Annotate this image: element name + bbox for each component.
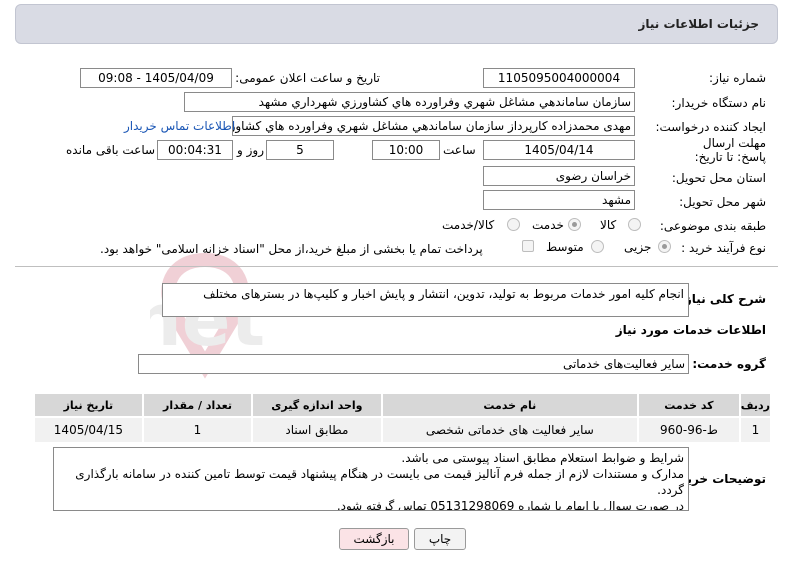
- category-service-radio[interactable]: [568, 218, 581, 231]
- need-number-field[interactable]: 1105095004000004: [483, 68, 635, 88]
- deadline-label: مهلت ارسال پاسخ: تا تاریخ:: [694, 136, 766, 164]
- process-label: نوع فرآیند خرید :: [681, 241, 766, 255]
- cell-service-name: سایر فعالیت های خدماتی شخصی: [380, 416, 640, 444]
- remaining-time-field[interactable]: 00:04:31: [157, 140, 233, 160]
- province-field[interactable]: خراسان رضوی: [483, 166, 635, 186]
- need-number-label: شماره نیاز:: [709, 71, 766, 85]
- buyer-notes-line: شرایط و ضوابط استعلام مطابق اسناد پیوستی…: [401, 451, 684, 465]
- announce-date-label: تاریخ و ساعت اعلان عمومی:: [235, 71, 380, 85]
- buyer-label: نام دستگاه خریدار:: [671, 96, 767, 110]
- buyer-notes-line: در صورت سوال یا ابهام با شماره 051312980…: [336, 499, 684, 511]
- category-goods-label: کالا: [600, 218, 617, 232]
- category-goods-service-label: کالا/خدمت: [442, 218, 495, 232]
- creator-field[interactable]: مهدی محمدزاده کارپرداز سازمان ساماندهي م…: [232, 116, 635, 136]
- remaining-time-label: ساعت باقی مانده: [66, 143, 156, 157]
- days-label: روز و: [237, 143, 264, 157]
- province-label: استان محل تحویل:: [671, 171, 766, 185]
- cell-row-number: 1: [738, 416, 773, 444]
- service-group-label: گروه خدمت:: [692, 357, 766, 371]
- city-label: شهر محل تحویل:: [679, 195, 766, 209]
- panel-header: جزئیات اطلاعات نیاز: [15, 4, 778, 44]
- buyer-notes-field[interactable]: شرایط و ضوابط استعلام مطابق اسناد پیوستی…: [53, 447, 689, 511]
- col-unit-header: واحد اندازه گیری: [251, 392, 383, 418]
- announce-date-field[interactable]: 1405/04/09 - 09:08: [80, 68, 232, 88]
- general-desc-label: شرح کلی نیاز:: [680, 292, 766, 306]
- deadline-time-field[interactable]: 10:00: [372, 140, 440, 160]
- col-row-header: ردیف: [738, 392, 773, 418]
- process-medium-label: متوسط: [546, 240, 584, 254]
- general-desc-field[interactable]: انجام کلیه امور خدمات مربوط به تولید، تد…: [162, 283, 689, 317]
- cell-need-date: 1405/04/15: [33, 416, 144, 444]
- buyer-notes-line: مدارک و مستندات لازم از جمله فرم آنالیز …: [75, 467, 684, 497]
- col-quantity-header: تعداد / مقدار: [141, 392, 254, 418]
- cell-service-code: ط-96-960: [637, 416, 741, 444]
- cell-quantity: 1: [141, 416, 254, 444]
- category-label: طبقه بندی موضوعی:: [659, 219, 766, 233]
- treasury-payment-checkbox[interactable]: [522, 240, 534, 252]
- city-field[interactable]: مشهد: [483, 190, 635, 210]
- col-service-code-header: کد خدمت: [637, 392, 741, 418]
- print-button[interactable]: چاپ: [414, 528, 466, 550]
- services-section-title: اطلاعات خدمات مورد نیاز: [615, 323, 766, 337]
- service-group-field[interactable]: سایر فعالیت‌های خدماتی: [138, 354, 689, 374]
- category-goods-radio[interactable]: [628, 218, 641, 231]
- category-goods-service-radio[interactable]: [507, 218, 520, 231]
- process-minor-label: جزیی: [624, 240, 652, 254]
- buyer-contact-link[interactable]: اطلاعات تماس خریدار: [124, 119, 235, 133]
- process-medium-radio[interactable]: [591, 240, 604, 253]
- remaining-days-field[interactable]: 5: [266, 140, 334, 160]
- process-minor-radio[interactable]: [658, 240, 671, 253]
- creator-label: ایجاد کننده درخواست:: [655, 120, 766, 134]
- deadline-time-label: ساعت: [443, 143, 476, 157]
- section-divider: [15, 266, 778, 267]
- back-button[interactable]: بازگشت: [339, 528, 409, 550]
- page-title: جزئیات اطلاعات نیاز: [638, 17, 759, 31]
- category-service-label: خدمت: [532, 218, 564, 232]
- table-row[interactable]: 1 ط-96-960 سایر فعالیت های خدماتی شخصی م…: [33, 416, 773, 444]
- deadline-date-field[interactable]: 1405/04/14: [483, 140, 635, 160]
- buyer-field[interactable]: سازمان ساماندهي مشاغل شهري وفراورده هاي …: [184, 92, 635, 112]
- table-header-row: ردیف کد خدمت نام خدمت واحد اندازه گیری ت…: [33, 392, 773, 418]
- col-need-date-header: تاریخ نیاز: [33, 392, 144, 418]
- treasury-payment-note: پرداخت تمام یا بخشی از مبلغ خرید،از محل …: [100, 242, 483, 256]
- services-table: ردیف کد خدمت نام خدمت واحد اندازه گیری ت…: [33, 392, 773, 444]
- cell-unit: مطابق اسناد: [251, 416, 383, 444]
- col-service-name-header: نام خدمت: [380, 392, 640, 418]
